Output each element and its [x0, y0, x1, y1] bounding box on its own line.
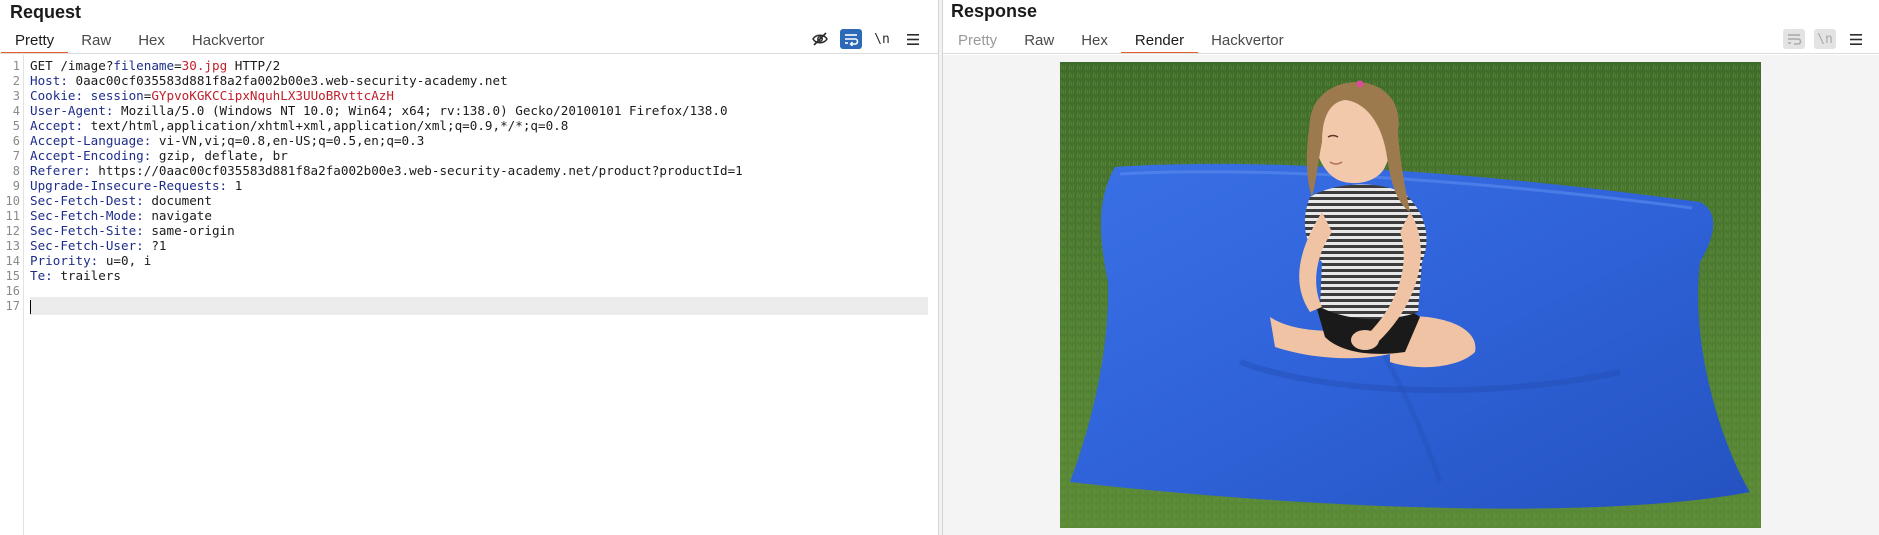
show-newlines-button[interactable]: \n: [871, 29, 893, 49]
response-tab-divider: [943, 53, 1879, 54]
request-pane: Request Pretty Raw Hex Hackvertor \n 1 G…: [0, 0, 938, 535]
header-name: Sec-Fetch-Dest:: [30, 193, 144, 208]
line-content: [30, 297, 928, 315]
header-value: Mozilla/5.0 (Windows NT 10.0; Win64; x64…: [113, 103, 728, 118]
header-name: Sec-Fetch-Mode:: [30, 208, 144, 223]
header-value: https://0aac00cf035583d881f8a2fa002b00e3…: [90, 163, 743, 178]
word-wrap-button[interactable]: [1783, 29, 1805, 49]
hide-nonprintable-button[interactable]: [809, 29, 831, 49]
header-value: same-origin: [143, 223, 235, 238]
response-tab-hex[interactable]: Hex: [1081, 28, 1108, 54]
header-name: Te:: [30, 268, 53, 283]
rendered-image: [1060, 62, 1761, 528]
response-tabs: Pretty Raw Hex Render Hackvertor: [943, 28, 1296, 54]
hamburger-menu-icon: [1850, 33, 1862, 45]
request-editor[interactable]: 1 GET /image?filename=30.jpg HTTP/2 2 Host:…: [0, 55, 938, 535]
response-tab-hackvertor[interactable]: Hackvertor: [1211, 28, 1284, 54]
header-value: [83, 88, 91, 103]
response-tab-render[interactable]: Render: [1120, 28, 1199, 54]
word-wrap-icon: [845, 34, 859, 46]
header-name: Accept-Encoding:: [30, 148, 152, 163]
word-wrap-icon: [1788, 34, 1802, 45]
header-name: Sec-Fetch-User:: [30, 238, 144, 253]
show-newlines-button[interactable]: \n: [1814, 29, 1836, 49]
param-equals: =: [174, 58, 182, 73]
header-name: User-Agent:: [30, 103, 114, 118]
eye-slash-icon: [812, 32, 828, 46]
cookie-value: GYpvoKGKCCipxNquhLX3UUoBRvttcAzH: [151, 88, 394, 103]
response-tab-raw[interactable]: Raw: [1024, 28, 1054, 54]
header-value: navigate: [143, 208, 212, 223]
response-pane: Response Pretty Raw Hex Render Hackvertor \n: [943, 0, 1879, 535]
header-name: Priority:: [30, 253, 99, 268]
request-toolbar: \n: [800, 28, 924, 50]
bean-bag-photo: [1060, 62, 1761, 528]
request-menu-button[interactable]: [902, 29, 924, 49]
request-tab-hackvertor[interactable]: Hackvertor: [192, 28, 265, 54]
header-name: Host:: [30, 73, 68, 88]
header-value: text/html,application/xhtml+xml,applicat…: [83, 118, 569, 133]
header-value: 1: [227, 178, 243, 193]
request-tabs: Pretty Raw Hex Hackvertor: [0, 28, 276, 54]
header-name: Upgrade-Insecure-Requests:: [30, 178, 228, 193]
line-number: 17: [5, 299, 20, 313]
header-value: u=0, i: [98, 253, 152, 268]
response-title: Response: [951, 1, 1038, 21]
header-value: document: [143, 193, 212, 208]
editor-line: 17: [0, 297, 938, 315]
response-toolbar: \n: [1774, 28, 1867, 50]
render-view: [943, 55, 1879, 535]
param-name: filename: [113, 58, 175, 73]
header-value: ?1: [143, 238, 167, 253]
header-name: Referer:: [30, 163, 91, 178]
hamburger-menu-icon: [907, 33, 919, 45]
request-tab-hex[interactable]: Hex: [138, 28, 165, 54]
response-tab-pretty[interactable]: Pretty: [958, 28, 997, 54]
header-name: Accept-Language:: [30, 133, 152, 148]
request-tab-pretty[interactable]: Pretty: [0, 28, 69, 54]
header-name: Cookie:: [30, 88, 84, 103]
request-line-method: GET /image?: [30, 58, 114, 73]
cookie-name: session: [90, 88, 144, 103]
header-value: vi-VN,vi;q=0.8,en-US;q=0.5,en;q=0.3: [151, 133, 425, 148]
request-title: Request: [10, 2, 82, 22]
request-line-version: HTTP/2: [227, 58, 281, 73]
header-name: Accept:: [30, 118, 84, 133]
text-caret: [30, 299, 31, 314]
word-wrap-button[interactable]: [840, 29, 862, 49]
header-value: trailers: [52, 268, 121, 283]
header-value: gzip, deflate, br: [151, 148, 288, 163]
request-tab-raw[interactable]: Raw: [81, 28, 111, 54]
param-value: 30.jpg: [181, 58, 228, 73]
header-value: 0aac00cf035583d881f8a2fa002b00e3.web-sec…: [67, 73, 508, 88]
request-tab-divider: [0, 53, 938, 54]
response-menu-button[interactable]: [1845, 29, 1867, 49]
header-name: Sec-Fetch-Site:: [30, 223, 144, 238]
